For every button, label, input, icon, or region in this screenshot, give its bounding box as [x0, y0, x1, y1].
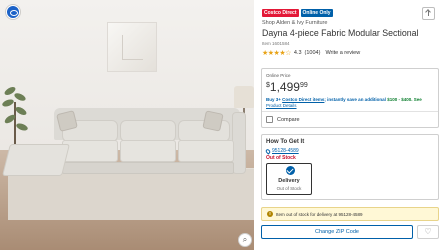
delivery-status: Out of Stock [276, 186, 302, 191]
price-cents: 99 [299, 82, 308, 89]
price: $1,49999 [266, 79, 308, 94]
compare-checkbox[interactable] [266, 116, 273, 123]
brand-logo-icon [6, 5, 20, 19]
promo-text: Buy 3+ Costco Direct items; instantly sa… [266, 97, 436, 109]
zip-value[interactable]: 95128-4589 [272, 148, 299, 154]
rating-value: 4.3 [293, 50, 302, 56]
write-review-link[interactable]: Write a review [325, 50, 360, 56]
promo-prefix: Buy 3+ [266, 97, 281, 102]
rating-count[interactable]: (1004) [305, 50, 321, 56]
item-number: Item 1601584 [262, 41, 290, 46]
badge-group: Costco Direct Online Only [262, 9, 333, 17]
compare-control[interactable]: Compare [266, 116, 300, 123]
checkmark-icon [286, 166, 295, 175]
product-page: ⌕ Costco Direct Online Only Shop Alden &… [0, 0, 441, 250]
divider [262, 111, 438, 112]
delivery-title: Delivery [278, 178, 300, 184]
product-info-panel: Costco Direct Online Only Shop Alden & I… [258, 0, 441, 250]
change-zip-button[interactable]: Change ZIP Code [261, 225, 413, 239]
product-details-link[interactable]: Product Details [266, 103, 297, 108]
share-icon[interactable] [422, 7, 435, 20]
star-rating-icon[interactable]: ★★★★☆ [262, 49, 291, 57]
promo-middle: ; instantly save an additional [324, 97, 386, 102]
delivery-option[interactable]: Delivery Out of Stock [266, 163, 312, 195]
promo-savings: $100 - $400. [387, 97, 413, 102]
rating-row: ★★★★☆ 4.3 (1004) Write a review [262, 49, 360, 57]
zip-link[interactable]: 95128-4589 [264, 147, 299, 155]
price-label: Online Price [266, 73, 291, 78]
fulfillment-heading: How To Get It [266, 139, 305, 145]
alert-text: Item out of stock for delivery at 95128-… [276, 211, 363, 217]
promo-see: See [413, 97, 422, 102]
stock-alert: ! Item out of stock for delivery at 9512… [261, 207, 439, 221]
sectional-sofa [2, 108, 248, 180]
product-image[interactable]: ⌕ [0, 0, 254, 250]
fulfillment-card: How To Get It 95128-4589 Out of Stock De… [261, 134, 439, 200]
info-icon: ! [267, 211, 273, 217]
product-title: Dayna 4-piece Fabric Modular Sectional [262, 28, 419, 38]
stock-status: Out of Stock [266, 155, 296, 161]
costco-direct-badge: Costco Direct [262, 9, 299, 17]
wall-art [107, 22, 157, 72]
online-only-badge: Online Only [300, 9, 333, 17]
zoom-icon[interactable]: ⌕ [238, 233, 252, 247]
promo-link[interactable]: Costco Direct items [282, 97, 324, 102]
favorite-heart-icon[interactable]: ♡ [417, 225, 439, 239]
price-card: Online Price $1,49999 Buy 3+ Costco Dire… [261, 68, 439, 128]
brand-link[interactable]: Shop Alden & Ivy Furniture [262, 20, 327, 26]
compare-label: Compare [277, 116, 300, 123]
location-pin-icon [264, 147, 272, 155]
price-dollars: 1,499 [269, 80, 300, 94]
